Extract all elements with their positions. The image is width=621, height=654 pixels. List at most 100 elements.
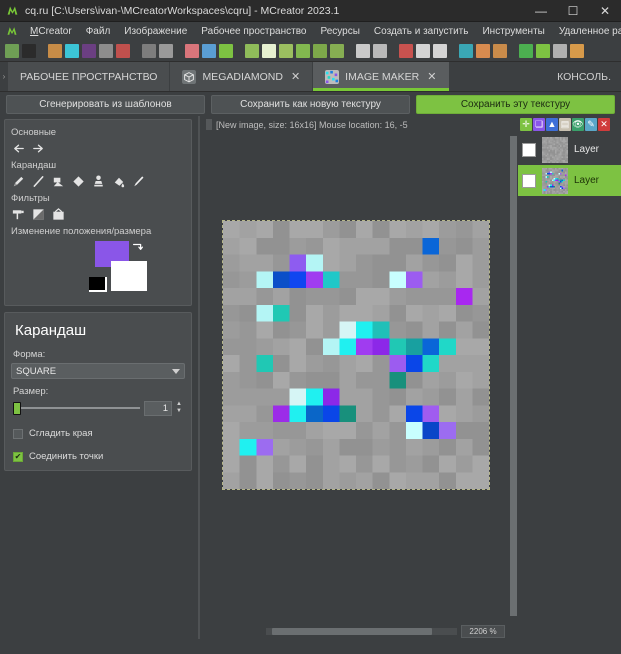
variables-icon[interactable] xyxy=(399,43,413,58)
smooth-edges-row[interactable]: Сгладить края xyxy=(11,428,185,439)
open-project-icon[interactable] xyxy=(142,43,156,58)
noise-icon[interactable] xyxy=(51,207,66,222)
canvas-horizontal-scrollbar[interactable]: 2206 % xyxy=(202,625,509,639)
roller-icon[interactable] xyxy=(11,207,26,222)
line-icon[interactable] xyxy=(31,174,46,189)
size-spinner-value[interactable]: 1 xyxy=(144,400,172,416)
workspace-icon[interactable] xyxy=(5,43,19,58)
main-body: Основные Карандаш Фильтры Изменение поло… xyxy=(0,116,621,639)
arrows-updown-icon[interactable] xyxy=(433,43,447,58)
shape-select[interactable]: SQUARE xyxy=(11,363,185,379)
undo-icon[interactable] xyxy=(11,141,26,156)
add-layer-button[interactable]: ✛ xyxy=(520,117,532,131)
menu-item-resources[interactable]: Ресурсы xyxy=(313,24,366,39)
menu-item-mcreator[interactable]: MCreator xyxy=(23,24,79,39)
smooth-edges-checkbox[interactable] xyxy=(13,428,23,439)
swap-colors-icon[interactable] xyxy=(131,241,145,255)
reset-colors-swatch[interactable] xyxy=(89,277,107,292)
grid-blue-icon[interactable] xyxy=(202,43,216,58)
delete-layer-button[interactable]: ✕ xyxy=(598,117,610,131)
menu-item-image[interactable]: Изображение xyxy=(117,24,194,39)
layer-row[interactable]: Layer xyxy=(518,165,621,196)
tab-scroll-left-icon[interactable]: › xyxy=(0,62,8,91)
build-icon[interactable] xyxy=(536,43,550,58)
pencil-edit-icon[interactable] xyxy=(373,43,387,58)
bow-icon[interactable] xyxy=(279,43,293,58)
menu-item-file[interactable]: Файл xyxy=(79,24,118,39)
paint-bucket-icon[interactable] xyxy=(111,174,126,189)
tab-image-maker-close-icon[interactable]: ✕ xyxy=(427,70,436,83)
shape-fill-icon[interactable] xyxy=(51,174,66,189)
hammer-icon[interactable] xyxy=(493,43,507,58)
menu-item-remote-workspace[interactable]: Удаленное рабочее пространство xyxy=(552,24,621,39)
block-gray-icon[interactable] xyxy=(99,43,113,58)
import-folder-icon[interactable] xyxy=(48,43,62,58)
layer-visibility-checkbox[interactable] xyxy=(522,173,536,188)
tab-megadiamond-close-icon[interactable]: ✕ xyxy=(291,70,300,83)
canvas-info-handle[interactable] xyxy=(206,119,212,130)
save-icon[interactable] xyxy=(159,43,173,58)
grid-green-icon[interactable] xyxy=(219,43,233,58)
code-editor-icon[interactable] xyxy=(356,43,370,58)
menu-item-build-run[interactable]: Создать и запустить xyxy=(367,24,476,39)
minimize-button[interactable]: — xyxy=(525,0,557,22)
menu-item-workspace[interactable]: Рабочее пространство xyxy=(194,24,313,39)
rename-layer-button[interactable]: ✎ xyxy=(585,117,597,131)
stop-icon[interactable] xyxy=(553,43,567,58)
size-slider-thumb[interactable] xyxy=(13,402,21,415)
stamp-icon[interactable] xyxy=(91,174,106,189)
structure-icon[interactable] xyxy=(313,43,327,58)
save-this-texture-button[interactable]: Сохранить эту текстуру xyxy=(416,94,615,114)
connect-points-row[interactable]: Соединить точки xyxy=(11,451,185,462)
canvas-viewport[interactable] xyxy=(202,133,509,625)
generate-from-templates-button[interactable]: Сгенерировать из шаблонов xyxy=(6,94,205,114)
tab-image-maker[interactable]: IMAGE MAKER ✕ xyxy=(313,62,450,91)
pencil-icon[interactable] xyxy=(11,174,26,189)
download-mod-icon[interactable] xyxy=(82,43,96,58)
tab-workspace[interactable]: РАБОЧЕЕ ПРОСТРАНСТВО xyxy=(8,62,171,91)
pixel-canvas[interactable] xyxy=(221,220,490,490)
hscroll-thumb[interactable] xyxy=(272,628,432,635)
toggle-visibility-button[interactable]: 👁 xyxy=(572,117,584,131)
console-label[interactable]: КОНСОЛЬ. xyxy=(557,62,621,91)
tab-megadiamond[interactable]: MEGADIAMOND ✕ xyxy=(170,62,314,91)
spinner-up-icon[interactable]: ▲ xyxy=(176,401,185,408)
film-strip-icon[interactable] xyxy=(22,43,36,58)
size-slider[interactable] xyxy=(11,400,140,416)
pixel-art-surface[interactable] xyxy=(222,221,489,489)
close-button[interactable]: ✕ xyxy=(589,0,621,22)
eraser-icon[interactable] xyxy=(476,43,490,58)
canvas-vertical-scrollbar[interactable] xyxy=(509,116,518,639)
layer-visibility-checkbox[interactable] xyxy=(522,142,536,157)
leaf-icon[interactable] xyxy=(262,43,276,58)
size-spinner-buttons[interactable]: ▲ ▼ xyxy=(176,400,185,416)
water-drop-icon[interactable] xyxy=(65,43,79,58)
layer-name: Layer xyxy=(574,144,600,155)
redo-icon[interactable] xyxy=(31,141,46,156)
move-layer-up-button[interactable]: ▲ xyxy=(546,117,558,131)
merge-layers-button[interactable]: ▤ xyxy=(559,117,571,131)
entity-icon[interactable] xyxy=(296,43,310,58)
spinner-down-icon[interactable]: ▼ xyxy=(176,408,185,415)
arrow-down-icon[interactable] xyxy=(416,43,430,58)
grid-red-icon[interactable] xyxy=(185,43,199,58)
maximize-button[interactable]: ☐ xyxy=(557,0,589,22)
connect-points-checkbox[interactable] xyxy=(13,451,23,462)
toolbar-separator xyxy=(236,44,245,58)
save-as-new-texture-button[interactable]: Сохранить как новую текстуру xyxy=(211,94,410,114)
texture-icon[interactable] xyxy=(459,43,473,58)
layer-row[interactable]: Layer xyxy=(518,134,621,165)
vscroll-thumb[interactable] xyxy=(510,136,517,616)
run-client-icon[interactable] xyxy=(519,43,533,58)
export-icon[interactable] xyxy=(570,43,584,58)
menu-item-tools[interactable]: Инструменты xyxy=(475,24,551,39)
import-red-icon[interactable] xyxy=(116,43,130,58)
duplicate-layer-button[interactable]: ❏ xyxy=(533,117,545,131)
plugin-icon[interactable] xyxy=(330,43,344,58)
brush-icon[interactable] xyxy=(131,174,146,189)
color-swatch-area xyxy=(11,241,185,297)
secondary-color-swatch[interactable] xyxy=(111,261,147,291)
eraser-icon[interactable] xyxy=(71,174,86,189)
gradient-icon[interactable] xyxy=(31,207,46,222)
mob-icon[interactable] xyxy=(245,43,259,58)
